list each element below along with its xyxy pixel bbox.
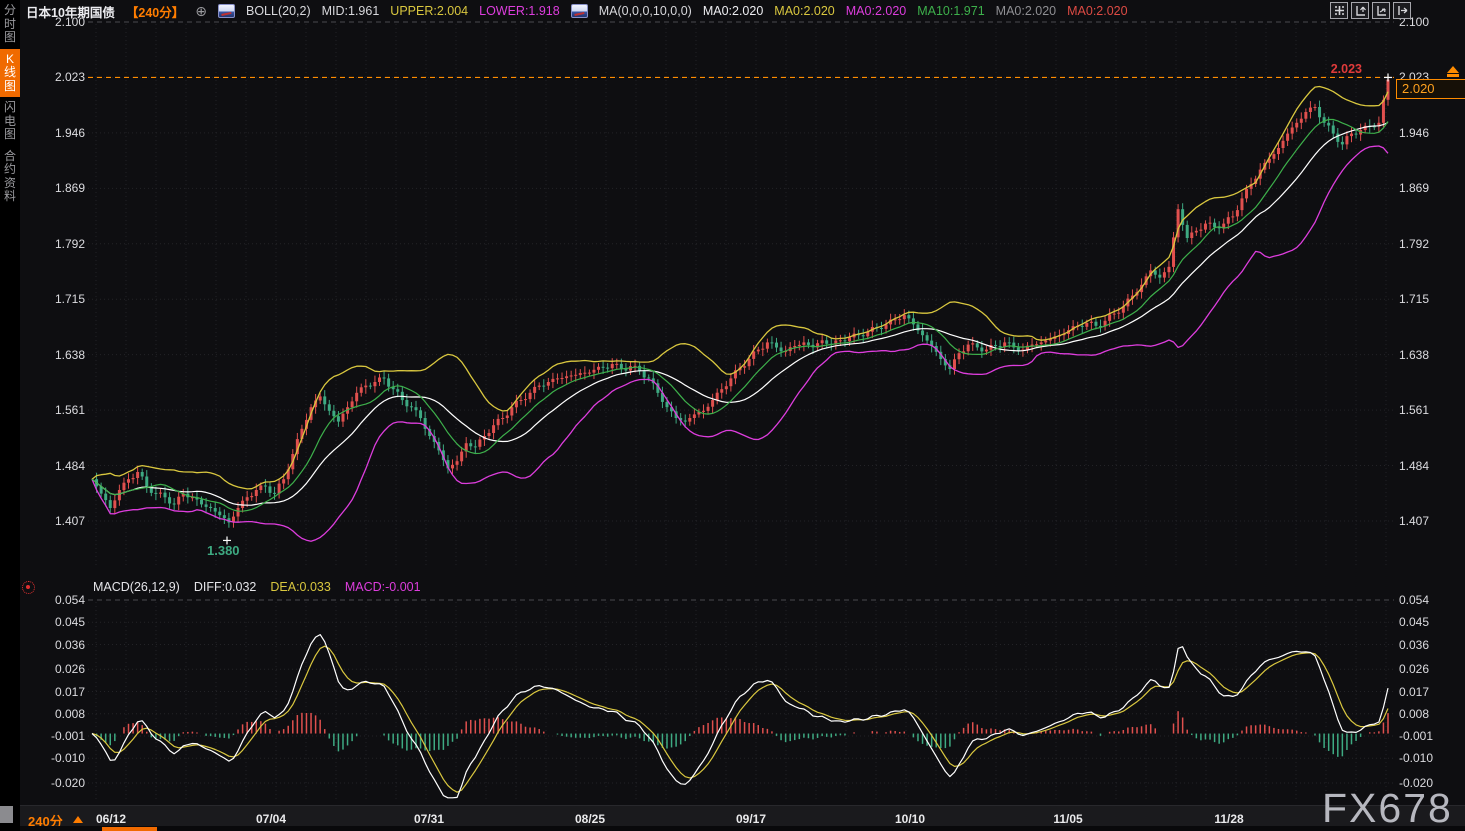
axis-tick-label: 1.561 bbox=[1399, 403, 1459, 417]
ma-values: MA0:2.020 MA0:2.020 MA0:2.020 MA10:1.971 MA0… bbox=[703, 4, 1128, 18]
axis-tick-label: 0.036 bbox=[30, 638, 85, 652]
axis-tick-label: 1.484 bbox=[30, 459, 85, 473]
ma-value: MA0:2.020 bbox=[996, 4, 1056, 18]
pan-right-button[interactable] bbox=[1393, 2, 1411, 19]
candlestick-series bbox=[95, 74, 1389, 528]
axis-tick-label: 1.407 bbox=[30, 514, 85, 528]
boll-value: MID:1.961 bbox=[322, 4, 380, 18]
grid bbox=[88, 22, 1394, 800]
boll-name: BOLL(20,2) bbox=[246, 4, 311, 18]
period-badge: 【240分】 bbox=[126, 2, 184, 21]
chart-header: 日本10年期国债 【240分】 ⊕ BOLL(20,2) MID:1.961 UP… bbox=[26, 0, 1128, 22]
fx678-watermark: FX678 bbox=[1322, 785, 1453, 831]
sidebar-tab-4[interactable]: 合约资料 bbox=[0, 146, 20, 208]
axis-tick-label: -0.001 bbox=[30, 729, 85, 743]
sidebar-tab-2[interactable]: K线图 bbox=[0, 49, 20, 98]
jump-to-latest-icon[interactable] bbox=[1447, 66, 1460, 77]
axis-tick-label: 1.638 bbox=[30, 348, 85, 362]
ma-value: MA0:2.020 bbox=[1067, 4, 1127, 18]
axis-tick-label: 1.638 bbox=[1399, 348, 1459, 362]
period-caret-icon bbox=[73, 816, 83, 823]
chart-scrollbar bbox=[0, 826, 1465, 831]
axis-tick-label: 1.561 bbox=[30, 403, 85, 417]
sidebar-tab-3[interactable]: 闪电图 bbox=[0, 97, 20, 146]
axis-tick-label: 1.484 bbox=[1399, 459, 1459, 473]
chart-application: 分时图K线图闪电图合约资料 日本10年期国债 【240分】 ⊕ BOLL(20,… bbox=[0, 0, 1465, 831]
axis-tick-label: 1.869 bbox=[1399, 181, 1459, 195]
axis-tick-label: 0.008 bbox=[1399, 707, 1459, 721]
macd-value: DEA:0.033 bbox=[270, 580, 330, 594]
date-tick-label: 09/17 bbox=[736, 812, 766, 826]
date-tick-label: 06/12 bbox=[96, 812, 126, 826]
axis-tick-label: 1.792 bbox=[1399, 237, 1459, 251]
macd-name: MACD(26,12,9) bbox=[93, 580, 180, 594]
add-indicator-icon[interactable]: ⊕ bbox=[195, 3, 207, 20]
boll-ma-lines bbox=[92, 87, 1388, 542]
axis-tick-label: -0.010 bbox=[1399, 751, 1459, 765]
boll-values: MID:1.961 UPPER:2.004 LOWER:1.918 bbox=[322, 4, 560, 18]
date-tick-label: 08/25 bbox=[575, 812, 605, 826]
axis-tick-label: 0.036 bbox=[1399, 638, 1459, 652]
date-tick-label: 11/05 bbox=[1053, 812, 1082, 826]
ma-indicator-icon[interactable] bbox=[571, 4, 588, 18]
axis-tick-label: 1.946 bbox=[1399, 126, 1459, 140]
macd-histogram bbox=[97, 711, 1388, 757]
axis-tick-label: 0.045 bbox=[30, 615, 85, 629]
date-tick-label: 07/04 bbox=[256, 812, 286, 826]
macd-values: DIFF:0.032 DEA:0.033 MACD:-0.001 bbox=[194, 580, 421, 594]
chart-toolbar bbox=[1330, 2, 1411, 19]
sidebar-tab-1[interactable]: 分时图 bbox=[0, 0, 20, 49]
axis-tick-label: 0.054 bbox=[30, 593, 85, 607]
macd-value: DIFF:0.032 bbox=[194, 580, 257, 594]
axis-tick-label: 1.715 bbox=[1399, 292, 1459, 306]
axis-tick-label: -0.001 bbox=[1399, 729, 1459, 743]
axis-tick-label: 0.054 bbox=[1399, 593, 1459, 607]
zoom-out-axis-button[interactable] bbox=[1351, 2, 1369, 19]
macd-lines bbox=[92, 635, 1388, 798]
ma-value: MA10:1.971 bbox=[917, 4, 984, 18]
axis-tick-label: 0.017 bbox=[30, 685, 85, 699]
time-axis-bar: 240分 06/1207/0407/3108/2509/1710/1011/05… bbox=[20, 805, 1465, 827]
zoom-in-axis-button[interactable] bbox=[1372, 2, 1390, 19]
axis-tick-label: 1.869 bbox=[30, 181, 85, 195]
axis-tick-label: 0.026 bbox=[30, 662, 85, 676]
boll-value: LOWER:1.918 bbox=[479, 4, 560, 18]
macd-header: MACD(26,12,9) DIFF:0.032 DEA:0.033 MACD:-0… bbox=[93, 580, 421, 594]
corner-grip bbox=[0, 806, 13, 823]
crosshair-move-button[interactable] bbox=[1330, 2, 1348, 19]
session-low-label: 1.380 bbox=[207, 543, 240, 558]
instrument-title: 日本10年期国债 bbox=[26, 2, 115, 21]
boll-indicator-icon[interactable] bbox=[218, 4, 235, 18]
axis-tick-label: 0.045 bbox=[1399, 615, 1459, 629]
scrollbar-thumb[interactable] bbox=[102, 827, 157, 831]
axis-tick-label: 0.017 bbox=[1399, 685, 1459, 699]
axis-tick-label: 1.407 bbox=[1399, 514, 1459, 528]
axis-tick-label: -0.020 bbox=[30, 776, 85, 790]
axis-tick-label: 1.715 bbox=[30, 292, 85, 306]
axis-tick-label: 1.946 bbox=[30, 126, 85, 140]
axis-tick-label: 0.008 bbox=[30, 707, 85, 721]
date-tick-label: 11/28 bbox=[1214, 812, 1243, 826]
ma-value: MA0:2.020 bbox=[774, 4, 834, 18]
axis-tick-label: 1.792 bbox=[30, 237, 85, 251]
ma-value: MA0:2.020 bbox=[703, 4, 763, 18]
date-tick-label: 07/31 bbox=[414, 812, 444, 826]
ma-name: MA(0,0,0,10,0,0) bbox=[599, 4, 692, 18]
macd-value: MACD:-0.001 bbox=[345, 580, 421, 594]
last-price-box: 2.020 bbox=[1396, 79, 1465, 99]
session-high-label: 2.023 bbox=[1304, 62, 1362, 76]
ma-value: MA0:2.020 bbox=[846, 4, 906, 18]
axis-tick-label: 0.026 bbox=[1399, 662, 1459, 676]
boll-value: UPPER:2.004 bbox=[390, 4, 468, 18]
date-tick-label: 10/10 bbox=[895, 812, 925, 826]
axis-tick-label: 2.023 bbox=[30, 70, 85, 84]
axis-tick-label: -0.010 bbox=[30, 751, 85, 765]
candlestick-chart-canvas[interactable] bbox=[0, 0, 1465, 831]
macd-settings-icon[interactable] bbox=[22, 581, 35, 594]
sidebar: 分时图K线图闪电图合约资料 bbox=[0, 0, 20, 831]
